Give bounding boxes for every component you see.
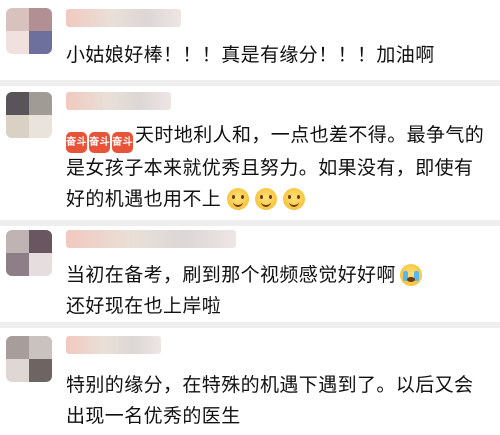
- avatar-pixel: [6, 253, 29, 276]
- comment-item: 特别的缘分，在特殊的机遇下遇到了。以后又会出现一名优秀的医生: [0, 328, 500, 435]
- smile-emoji-icon: [255, 188, 278, 210]
- crying-emoji-icon: [399, 264, 422, 286]
- comment-text: 小姑娘好棒！！！真是有缘分！！！加油啊: [66, 40, 486, 71]
- username-blurred[interactable]: [66, 336, 161, 354]
- username-blurred[interactable]: [66, 9, 181, 27]
- fight-badge-icon: 奋斗: [66, 132, 87, 153]
- smile-emoji-icon: [227, 188, 250, 210]
- avatar-pixel: [6, 115, 29, 138]
- comment-text: 奋斗 奋斗 奋斗 天时地利人和，一点也差不得。最争气的是女孩子本来就优秀且努力。如果没…: [66, 120, 486, 215]
- avatar-pixel: [6, 336, 29, 359]
- comment-text-line2: 还好现在也上岸啦: [66, 295, 222, 317]
- comment-item: 小姑娘好棒！！！真是有缘分！！！加油啊: [0, 0, 500, 80]
- comment-text: 当初在备考，刷到那个视频感觉好好啊 还好现在也上岸啦: [66, 260, 486, 322]
- avatar-pixel: [29, 336, 52, 359]
- avatar[interactable]: [6, 92, 52, 138]
- comment-item: 奋斗 奋斗 奋斗 天时地利人和，一点也差不得。最争气的是女孩子本来就优秀且努力。如果没…: [0, 86, 500, 220]
- comment-text-content: 当初在备考，刷到那个视频感觉好好啊: [66, 264, 396, 286]
- comment-item: 当初在备考，刷到那个视频感觉好好啊 还好现在也上岸啦: [0, 226, 500, 322]
- comment-text-content: 小姑娘好棒！！！真是有缘分！！！加油啊: [66, 44, 435, 66]
- avatar-pixel: [6, 92, 29, 115]
- avatar-pixel: [29, 253, 52, 276]
- avatar-pixel: [29, 115, 52, 138]
- avatar-pixel: [6, 359, 29, 382]
- username-blurred[interactable]: [66, 230, 236, 248]
- avatar[interactable]: [6, 8, 52, 54]
- avatar-pixel: [29, 31, 52, 54]
- comment-feed: 小姑娘好棒！！！真是有缘分！！！加油啊 奋斗 奋斗 奋斗 天时地利人和，一点也差不得。…: [0, 0, 500, 435]
- avatar-pixel: [6, 230, 29, 253]
- avatar-pixel: [6, 31, 29, 54]
- avatar[interactable]: [6, 336, 52, 382]
- comment-text: 特别的缘分，在特殊的机遇下遇到了。以后又会出现一名优秀的医生: [66, 370, 486, 432]
- fight-badge-icon: 奋斗: [89, 132, 110, 153]
- username-blurred[interactable]: [66, 92, 171, 110]
- smile-emoji-icon: [283, 188, 306, 210]
- fight-badge-icon: 奋斗: [112, 132, 133, 153]
- avatar-pixel: [29, 8, 52, 31]
- avatar-pixel: [29, 230, 52, 253]
- avatar-pixel: [6, 8, 29, 31]
- avatar-pixel: [29, 359, 52, 382]
- comment-text-content: 特别的缘分，在特殊的机遇下遇到了。以后又会出现一名优秀的医生: [66, 374, 474, 427]
- avatar-pixel: [29, 92, 52, 115]
- avatar[interactable]: [6, 230, 52, 276]
